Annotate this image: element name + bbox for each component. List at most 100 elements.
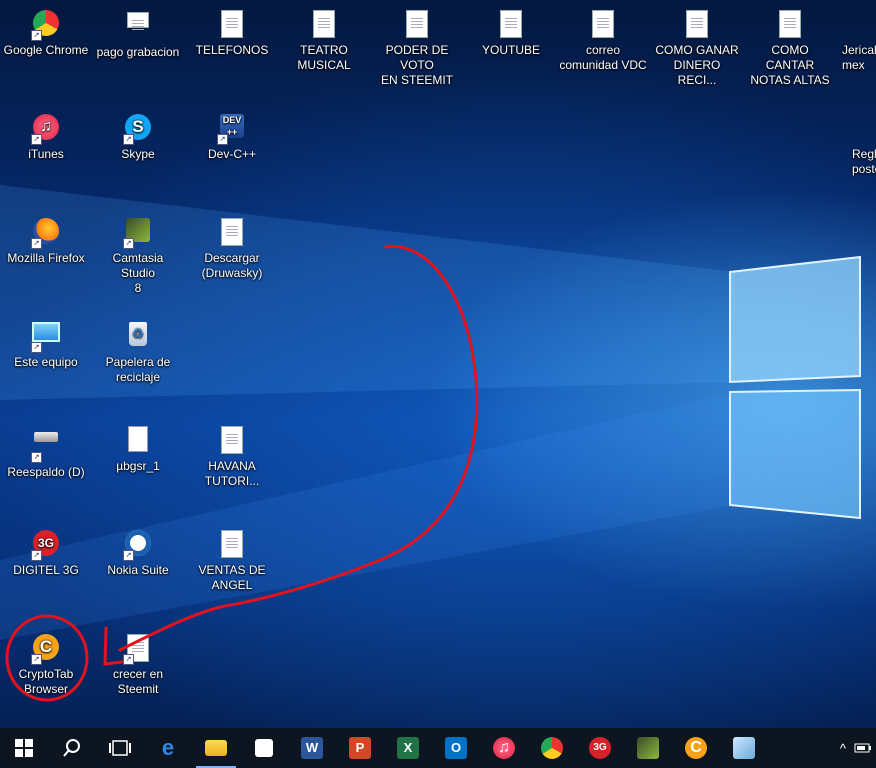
taskbar-digitel[interactable]: 3G xyxy=(576,728,624,768)
powerpoint-icon: P xyxy=(349,737,371,759)
desktop-icon-google-chrome[interactable]: ↗ Google Chrome xyxy=(0,4,92,58)
desktop-icon-regla-posteo[interactable]: Regla posteo xyxy=(838,108,876,177)
desktop-icon-jericalla[interactable]: Jericalla mex xyxy=(838,4,876,73)
task-view-icon xyxy=(109,740,131,756)
document-icon xyxy=(127,12,149,31)
desktop-icon-correo-comunidad[interactable]: correo comunidad VDC xyxy=(557,4,649,73)
taskbar-powerpoint[interactable]: P xyxy=(336,728,384,768)
document-icon xyxy=(313,10,335,38)
icon-label: Papelera de reciclaje xyxy=(105,355,171,384)
desktop-icon-como-cantar[interactable]: COMO CANTAR NOTAS ALTAS xyxy=(744,4,836,88)
document-icon xyxy=(221,426,243,454)
battery-icon[interactable] xyxy=(854,742,872,754)
taskbar-notepad[interactable] xyxy=(720,728,768,768)
icon-label: YOUTUBE xyxy=(481,43,540,57)
icon-label: Nokia Suite xyxy=(107,563,169,577)
taskbar-chrome[interactable] xyxy=(528,728,576,768)
document-icon xyxy=(686,10,708,38)
recycle-bin-icon: ♻ xyxy=(129,322,147,346)
desktop-icon-youtube[interactable]: YOUTUBE xyxy=(465,4,557,58)
icon-label: COMO GANAR DINERO RECI... xyxy=(655,43,739,87)
icon-label: Camtasia Studio 8 xyxy=(112,251,164,295)
system-tray: ^ xyxy=(840,728,876,768)
desktop-icon-poder-de-voto[interactable]: PODER DE VOTO EN STEEMIT xyxy=(371,4,463,88)
itunes-icon: ♫ xyxy=(493,737,515,759)
icon-label: Jericalla mex xyxy=(842,43,876,72)
camtasia-icon xyxy=(637,737,659,759)
icon-label: Descargar (Druwasky) xyxy=(201,251,263,280)
icon-label: COMO CANTAR NOTAS ALTAS xyxy=(750,43,830,87)
desktop-icon-crecer-steemit[interactable]: ↗ crecer en Steemit xyxy=(92,628,184,697)
icon-label: Skype xyxy=(121,147,155,161)
icon-label: VENTAS DE ANGEL xyxy=(198,563,266,592)
notepad-icon xyxy=(733,737,755,759)
desktop-icon-papelera[interactable]: ♻ Papelera de reciclaje xyxy=(92,316,184,385)
desktop-icon-como-ganar-dinero[interactable]: COMO GANAR DINERO RECI... xyxy=(651,4,743,88)
document-icon xyxy=(779,10,801,38)
desktop-icon-telefonos[interactable]: TELEFONOS xyxy=(186,4,278,58)
taskbar-edge[interactable]: e xyxy=(144,728,192,768)
icon-label: Reespaldo (D) xyxy=(7,465,85,479)
icon-label: Mozilla Firefox xyxy=(7,251,85,265)
taskbar-outlook[interactable]: O xyxy=(432,728,480,768)
icon-label: Regla posteo xyxy=(852,147,876,176)
digitel-3g-icon: 3G xyxy=(589,737,611,759)
desktop: ↗ Google Chrome pago grabacion TELEFONOS… xyxy=(0,0,876,728)
icon-label: µbgsr_1 xyxy=(116,459,160,473)
taskbar-file-explorer[interactable] xyxy=(192,728,240,768)
desktop-icon-nokia-suite[interactable]: ↗ Nokia Suite xyxy=(92,524,184,578)
desktop-icon-ubgsr[interactable]: µbgsr_1 xyxy=(92,420,184,474)
desktop-icon-itunes[interactable]: ♫ ↗ iTunes xyxy=(0,108,92,162)
icon-label: Dev-C++ xyxy=(207,147,257,161)
desktop-icon-ventas[interactable]: VENTAS DE ANGEL xyxy=(186,524,278,593)
desktop-icon-digitel[interactable]: 3G ↗ DIGITEL 3G xyxy=(0,524,92,578)
taskbar-excel[interactable]: X xyxy=(384,728,432,768)
desktop-icon-havana[interactable]: HAVANA TUTORI... xyxy=(186,420,278,489)
show-hidden-icons-chevron-icon[interactable]: ^ xyxy=(840,741,846,756)
computer-icon xyxy=(32,322,60,342)
icon-label: TEATRO MUSICAL xyxy=(297,43,351,72)
taskbar-itunes[interactable]: ♫ xyxy=(480,728,528,768)
drive-icon xyxy=(34,432,58,442)
desktop-icon-teatro-musical[interactable]: TEATRO MUSICAL xyxy=(278,4,370,73)
icon-label: CryptoTab Browser xyxy=(18,667,74,696)
task-view-button[interactable] xyxy=(96,728,144,768)
document-icon xyxy=(221,10,243,38)
icon-label: DIGITEL 3G xyxy=(13,563,79,577)
taskbar-word[interactable]: W xyxy=(288,728,336,768)
desktop-icon-descargar[interactable]: Descargar (Druwasky) xyxy=(186,212,278,281)
desktop-icon-devcpp[interactable]: DEV ++ ↗ Dev-C++ xyxy=(186,108,278,162)
document-icon xyxy=(500,10,522,38)
search-button[interactable] xyxy=(48,728,96,768)
excel-icon: X xyxy=(397,737,419,759)
file-explorer-icon xyxy=(205,740,227,756)
taskbar-cryptotab[interactable]: C xyxy=(672,728,720,768)
windows-start-icon xyxy=(15,739,33,757)
desktop-icon-skype[interactable]: S ↗ Skype xyxy=(92,108,184,162)
document-icon xyxy=(221,218,243,246)
taskbar-store[interactable] xyxy=(240,728,288,768)
icon-label: Este equipo xyxy=(14,355,78,369)
outlook-icon: O xyxy=(445,737,467,759)
icon-label: PODER DE VOTO EN STEEMIT xyxy=(380,43,453,87)
chrome-icon xyxy=(541,737,563,759)
icon-label: TELEFONOS xyxy=(195,43,269,57)
document-icon xyxy=(592,10,614,38)
taskbar: e W P X O ♫ 3G C ^ xyxy=(0,728,876,768)
word-icon: W xyxy=(301,737,323,759)
icon-label: pago grabacion xyxy=(96,45,180,59)
desktop-icon-firefox[interactable]: ↗ Mozilla Firefox xyxy=(0,212,92,266)
desktop-icon-este-equipo[interactable]: ↗ Este equipo xyxy=(0,316,92,370)
desktop-icon-pago-grabacion[interactable]: pago grabacion xyxy=(92,4,184,60)
desktop-icon-camtasia[interactable]: ↗ Camtasia Studio 8 xyxy=(92,212,184,296)
desktop-icon-reespaldo[interactable]: ↗ Reespaldo (D) xyxy=(0,420,92,480)
blank-file-icon xyxy=(128,426,148,452)
start-button[interactable] xyxy=(0,728,48,768)
document-icon xyxy=(406,10,428,38)
document-icon xyxy=(221,530,243,558)
desktop-icon-cryptotab[interactable]: C ↗ CryptoTab Browser xyxy=(0,628,92,697)
search-icon xyxy=(63,739,80,757)
icon-label: iTunes xyxy=(28,147,64,161)
cryptotab-icon: C xyxy=(685,737,707,759)
taskbar-camtasia[interactable] xyxy=(624,728,672,768)
